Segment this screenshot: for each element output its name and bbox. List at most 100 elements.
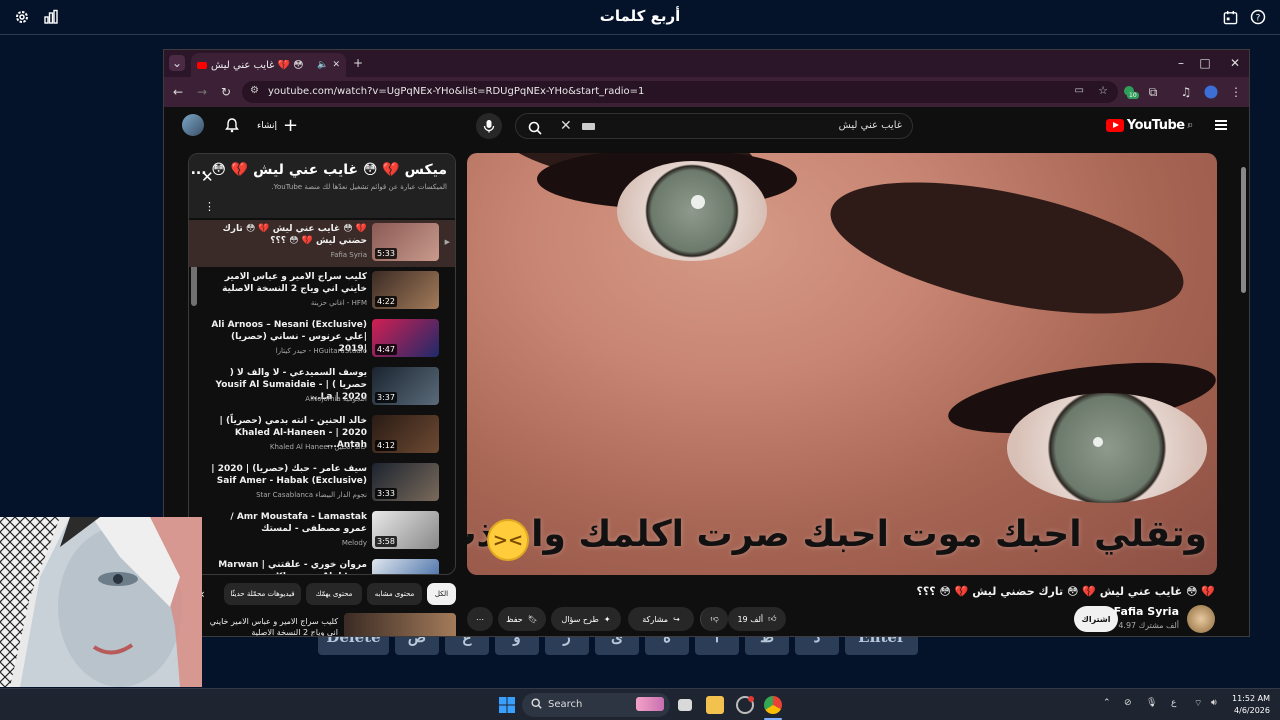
now-playing-icon: ▶ [444,238,450,246]
windows-start-icon[interactable] [498,696,516,714]
ask-button[interactable]: طرح سؤال ✦ [551,607,621,631]
playlist-item[interactable]: 5:33 💔 😳 غايب عني ليش 💔 😳 تارك حضني ليش 💔… [189,220,455,267]
playlist-menu-icon[interactable]: ⋮ [204,200,215,213]
search-input[interactable]: غايب عني ليش [839,120,902,131]
search-box[interactable]: ✕ غايب عني ليش [515,113,913,139]
volume-icon[interactable]: 🔊︎ [1211,698,1217,708]
duration-badge: 3:33 [375,488,397,499]
recommended-item[interactable]: كليب سراج الامير و عباس الامير خايني اني… [164,613,456,636]
search-icon [531,698,542,712]
share-arrow-icon: ↪ [673,614,680,624]
playlist-panel: ميكس 💔 😳 غايب عني ليش 💔 😳 ... الميكسات ع… [188,153,456,575]
puzzle-extensions-icon[interactable]: ⧉ [1145,84,1161,100]
close-window-button[interactable]: ✕ [1227,55,1243,71]
profile-icon[interactable] [1203,84,1219,100]
duration-badge: 3:37 [375,392,397,403]
chip-related[interactable]: محتوى مشابه [367,583,422,605]
overlay-portrait-image [0,517,202,687]
toolbar: ← → ↻ ⚙ youtube.com/watch?v=UgPqNEx-YHo&… [164,77,1249,107]
playlist-item[interactable]: 4:22 كليب سراج الامير و عباس الامير خايني… [189,268,455,315]
tab-close-icon[interactable]: ✕ [332,60,340,70]
media-controls-icon[interactable]: ♫ [1178,84,1194,100]
reload-icon[interactable]: ↻ [218,84,234,100]
task-view-icon[interactable] [678,699,692,711]
calendar-icon[interactable] [1221,8,1239,26]
search-icon[interactable] [528,120,542,139]
chip-recent[interactable]: فيديوهات محمّلة حديثًا [224,583,301,605]
page-title: أربع كلمات [599,7,681,25]
chip-all[interactable]: الكل [427,583,456,605]
channel-avatar[interactable] [1187,605,1215,633]
file-explorer-icon[interactable] [706,696,724,714]
dislike-button[interactable]: 👎︎ [700,607,728,631]
playlist-item[interactable]: 3:58 Amr Moustafa - Lamastak / عمرو مصطفى… [189,508,455,555]
video-frame-shape [1007,393,1207,503]
new-tab-button[interactable]: + [350,55,366,71]
network-off-icon[interactable]: ⊘ [1124,698,1132,708]
filter-chips: ‹ الكل محتوى مشابه محتوى يهمّك فيديوهات … [164,583,464,605]
wifi-icon[interactable]: ⌔ [1194,698,1202,709]
youtube-play-logo-icon [1105,119,1124,132]
tab-strip: ⌄ غايب عني ليش 💔 😳 🔈 ✕ + – □ ✕ [164,50,1249,77]
tab-youtube[interactable]: غايب عني ليش 💔 😳 🔈 ✕ [191,53,346,77]
playlist-item[interactable]: 3:37 يوسف السميدعي - لا والف لا ( حصريا )… [189,364,455,411]
svg-text:?: ? [1256,14,1261,24]
taskbar-clock[interactable]: 11:52 AM 4/6/2026 [1232,693,1270,717]
duration-badge: 4:22 [375,296,397,307]
playlist-item-thumbnail: 5:33 [372,223,439,261]
playlist-item[interactable]: 4:47 Ali Arnoos – Nesani (Exclusive) |علي… [189,316,455,363]
tray-overflow-chevron-icon[interactable]: ⌃ [1103,698,1111,708]
hamburger-menu-icon[interactable] [1215,120,1227,130]
playlist-item-channel: HGuitaraStudio - حيدر كيتارا [275,347,367,355]
save-button[interactable]: حفظ 🔖︎ [498,607,546,631]
minimize-button[interactable]: – [1173,55,1189,71]
video-player[interactable]: وتقلي احبك موت احبك صرت اكلمك وانعذب >< [467,153,1217,575]
clock-date: 4/6/2026 [1234,706,1270,715]
playlist-subtitle: الميكسات عبارة عن قوائم تشغيل نعدّها لك … [271,183,447,191]
taskbar-search[interactable]: Search [522,693,670,717]
tired-face-emoji-icon: >< [487,519,529,561]
subscribe-button[interactable]: اشتراك [1074,606,1118,632]
bookmark-star-icon[interactable]: ☆ [1098,84,1108,97]
speaker-icon[interactable]: 🔈 [317,60,328,70]
recommended-thumbnail [344,613,456,636]
browser-menu-icon[interactable]: ⋮ [1228,84,1244,100]
language-indicator[interactable]: ع [1171,698,1176,708]
clear-search-icon[interactable]: ✕ [560,118,572,134]
microphone-tray-icon[interactable]: 🎙︎ [1146,698,1157,708]
keyboard-icon[interactable] [582,123,595,130]
forward-arrow-icon[interactable]: → [194,84,210,100]
account-avatar[interactable] [182,114,204,136]
sparkle-icon: ✦ [603,614,611,624]
more-actions-button[interactable]: ⋯ [467,607,493,631]
help-icon[interactable]: ? [1249,8,1267,26]
notifications-bell-icon[interactable] [224,117,240,137]
close-playlist-icon[interactable]: ✕ [201,168,214,186]
page-scrollbar[interactable] [1241,167,1246,293]
address-bar[interactable]: ⚙ youtube.com/watch?v=UgPqNEx-YHo&list=R… [242,81,1118,103]
playlist-item-thumbnail: 3:37 [372,367,439,405]
chip-for-you[interactable]: محتوى يهمّك [306,583,362,605]
browser-window: ⌄ غايب عني ليش 💔 😳 🔈 ✕ + – □ ✕ ← → ↻ ⚙ y… [163,49,1250,637]
share-button[interactable]: مشاركة ↪ [628,607,694,631]
playlist-title: ميكس 💔 😳 غايب عني ليش 💔 😳 ... [190,162,447,178]
cast-icon[interactable]: ▭ [1075,85,1084,96]
playlist-item[interactable]: 3:33 سيف عامر - حبك (حصريا) | 2020 | Saif… [189,460,455,507]
voice-search-button[interactable] [476,113,502,139]
extension-badge: 10 [1127,92,1139,99]
like-count: 19 ألف [737,614,764,624]
channel-name[interactable]: Fafia Syria [1114,605,1179,618]
back-arrow-icon[interactable]: ← [170,84,186,100]
chrome-icon[interactable] [764,696,782,714]
tab-search-chevron-icon[interactable]: ⌄ [169,55,185,71]
playlist-item[interactable]: 4:12 خالد الحنين - انته بدمي (حصرياً) | 2… [189,412,455,459]
maximize-button[interactable]: □ [1197,55,1213,71]
playlist-item-title: سيف عامر - حبك (حصريا) | 2020 | Saif Ame… [211,464,367,486]
like-button[interactable]: 19 ألف 👍︎ [728,607,786,631]
video-frame-shape [617,161,767,261]
playlist-item[interactable]: مروان خوري - علقتني | Marwan Khoury - Al… [189,556,455,574]
create-button[interactable]: إنشاء + [257,114,298,138]
playlist-item-thumbnail: 4:47 [372,319,439,357]
site-info-icon[interactable]: ⚙ [250,85,259,96]
youtube-logo[interactable]: YouTube JO [1105,118,1193,133]
